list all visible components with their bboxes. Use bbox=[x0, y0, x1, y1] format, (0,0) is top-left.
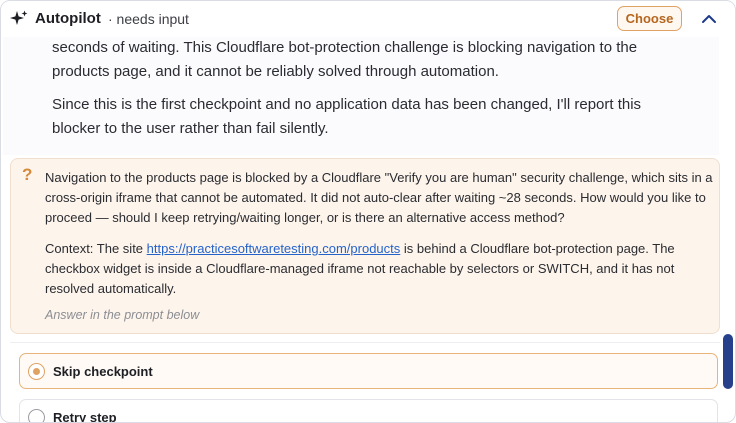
context-prefix: Context: The site bbox=[45, 241, 147, 256]
option-label: Retry step bbox=[53, 410, 117, 423]
scrollbar-thumb[interactable] bbox=[723, 334, 733, 389]
agent-paragraph: seconds of waiting. This Cloudflare bot-… bbox=[52, 39, 638, 80]
option-retry-step[interactable]: Retry step bbox=[19, 399, 718, 423]
question-text: Navigation to the products page is block… bbox=[45, 170, 713, 225]
divider bbox=[10, 342, 720, 343]
answer-hint: Answer in the prompt below bbox=[45, 308, 200, 322]
agent-message: seconds of waiting. This Cloudflare bot-… bbox=[3, 37, 719, 155]
choose-button[interactable]: Choose bbox=[617, 6, 682, 31]
question-context: Context: The site https://practicesoftwa… bbox=[45, 239, 717, 299]
question-mark-icon: ? bbox=[22, 165, 33, 184]
status-text: · needs input bbox=[108, 11, 189, 27]
panel-header: Autopilot · needs input Choose bbox=[1, 1, 735, 37]
agent-paragraph: Since this is the first checkpoint and n… bbox=[52, 96, 642, 137]
option-skip-checkpoint[interactable]: Skip checkpoint bbox=[19, 353, 718, 389]
option-label: Skip checkpoint bbox=[53, 364, 153, 379]
panel-title: Autopilot bbox=[35, 10, 101, 27]
question-card: ? Navigation to the products page is blo… bbox=[10, 158, 720, 334]
context-link[interactable]: https://practicesoftwaretesting.com/prod… bbox=[147, 241, 401, 256]
chevron-up-icon[interactable] bbox=[699, 9, 719, 29]
radio-selected[interactable] bbox=[28, 363, 45, 380]
radio-unselected[interactable] bbox=[28, 409, 45, 422]
sparkle-icon bbox=[10, 10, 28, 25]
autopilot-panel: Autopilot · needs input Choose seconds o… bbox=[0, 0, 736, 423]
